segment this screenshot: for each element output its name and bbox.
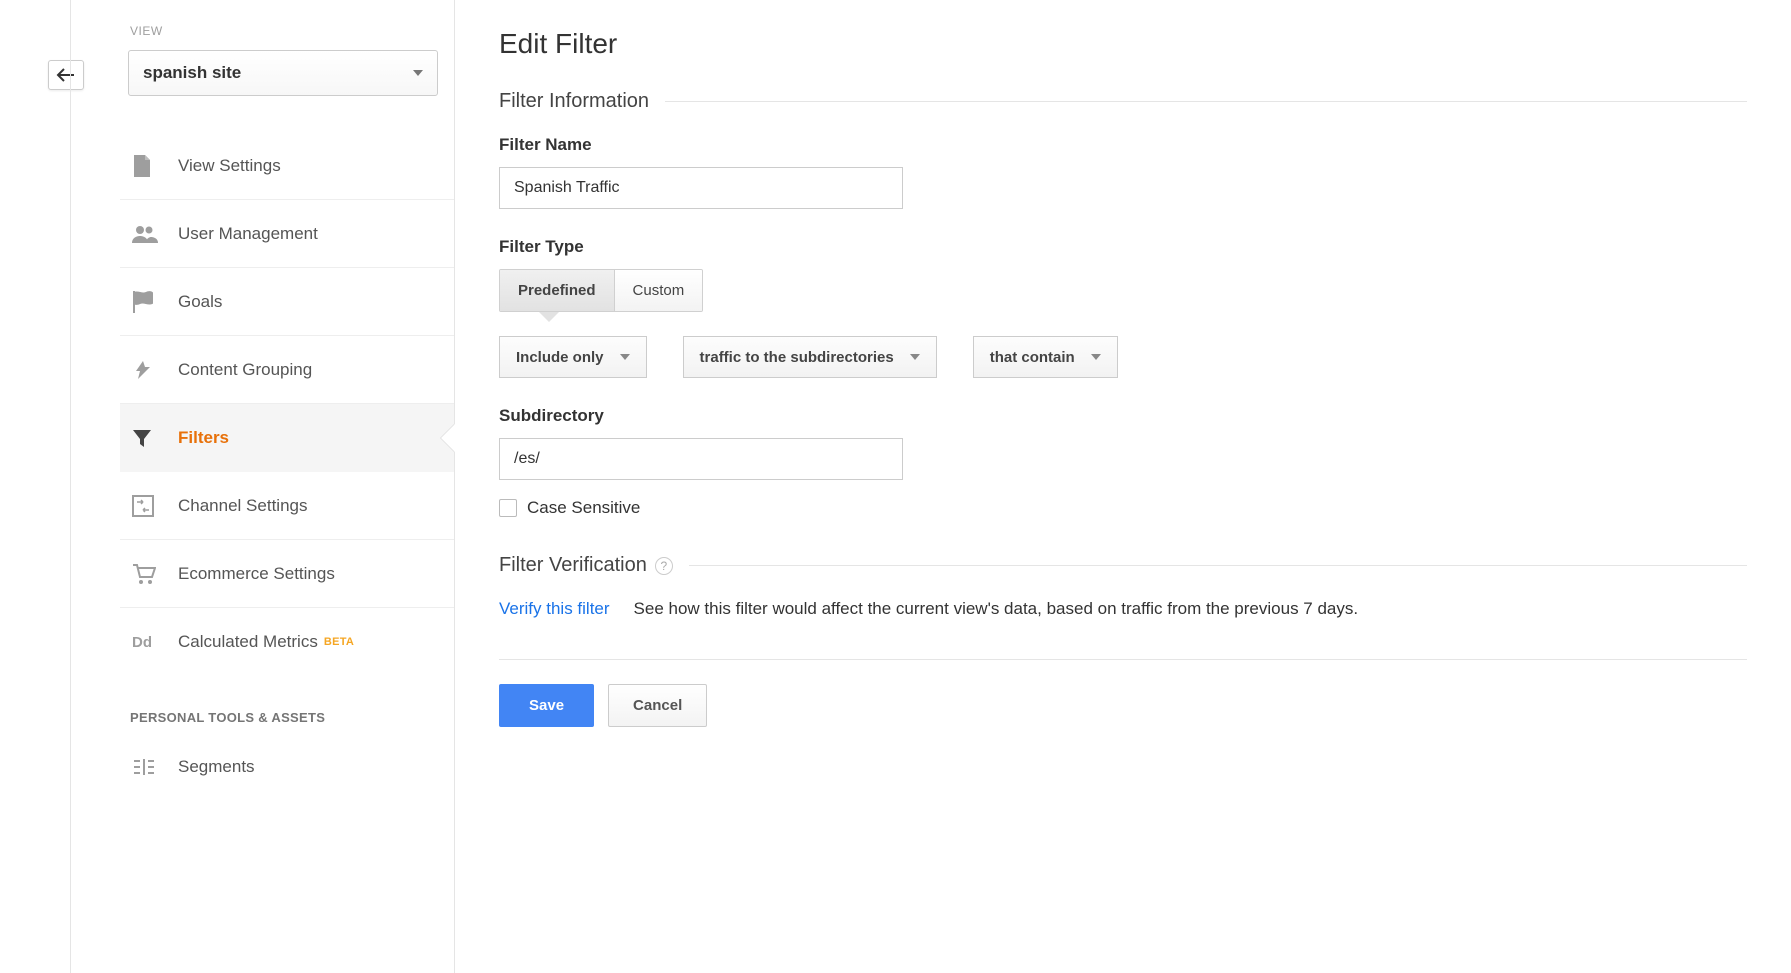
main-content: Edit Filter Filter Information Filter Na… bbox=[455, 0, 1791, 973]
sidebar-nav: View Settings User Management Goals Cont… bbox=[120, 132, 454, 676]
caret-down-icon bbox=[1091, 354, 1101, 360]
filter-information-section: Filter Information bbox=[499, 90, 1747, 113]
personal-tools-header: PERSONAL TOOLS & ASSETS bbox=[120, 676, 454, 733]
tab-arrow-icon bbox=[539, 312, 559, 322]
sidebar-item-ecommerce-settings[interactable]: Ecommerce Settings bbox=[120, 540, 454, 608]
sidebar-item-label: Goals bbox=[178, 292, 222, 312]
case-sensitive-checkbox[interactable] bbox=[499, 499, 517, 517]
include-dropdown[interactable]: Include only bbox=[499, 336, 647, 378]
cart-icon bbox=[132, 563, 178, 585]
filter-name-input[interactable] bbox=[499, 167, 903, 209]
divider-line bbox=[665, 101, 1747, 102]
sidebar-item-label: Content Grouping bbox=[178, 360, 312, 380]
active-arrow-icon bbox=[441, 424, 455, 452]
segments-icon bbox=[132, 757, 178, 777]
caret-down-icon bbox=[620, 354, 630, 360]
divider-line bbox=[689, 565, 1747, 566]
sidebar-item-label: User Management bbox=[178, 224, 318, 244]
filter-type-label: Filter Type bbox=[499, 237, 1747, 257]
page-title: Edit Filter bbox=[499, 28, 1747, 60]
sidebar-item-content-grouping[interactable]: Content Grouping bbox=[120, 336, 454, 404]
content-grouping-icon bbox=[132, 359, 178, 381]
verify-description: See how this filter would affect the cur… bbox=[634, 599, 1359, 619]
filter-verification-section: Filter Verification ? bbox=[499, 554, 1747, 577]
channel-icon bbox=[132, 495, 178, 517]
tab-predefined[interactable]: Predefined bbox=[500, 270, 615, 311]
page-icon bbox=[132, 155, 178, 177]
tab-custom[interactable]: Custom bbox=[615, 270, 703, 311]
calculated-metrics-icon: Dd bbox=[132, 633, 178, 651]
sidebar: VIEW spanish site View Settings User Man… bbox=[0, 0, 455, 973]
view-selector[interactable]: spanish site bbox=[128, 50, 438, 96]
verify-filter-link[interactable]: Verify this filter bbox=[499, 599, 610, 619]
cancel-button[interactable]: Cancel bbox=[608, 684, 707, 727]
view-label: VIEW bbox=[120, 24, 454, 38]
sidebar-item-filters[interactable]: Filters bbox=[120, 404, 454, 472]
match-dropdown[interactable]: that contain bbox=[973, 336, 1118, 378]
users-icon bbox=[132, 225, 178, 243]
divider bbox=[499, 659, 1747, 660]
sidebar-item-label: View Settings bbox=[178, 156, 281, 176]
beta-badge: BETA bbox=[324, 636, 354, 648]
sidebar-item-label: Filters bbox=[178, 428, 229, 448]
svg-text:Dd: Dd bbox=[132, 634, 152, 651]
sidebar-item-segments[interactable]: Segments bbox=[120, 733, 454, 801]
sidebar-item-view-settings[interactable]: View Settings bbox=[120, 132, 454, 200]
subdirectory-label: Subdirectory bbox=[499, 406, 1747, 426]
view-selected-value: spanish site bbox=[143, 63, 241, 83]
sidebar-item-label: Ecommerce Settings bbox=[178, 564, 335, 584]
filter-icon bbox=[132, 428, 178, 448]
subdirectory-input[interactable] bbox=[499, 438, 903, 480]
sidebar-item-goals[interactable]: Goals bbox=[120, 268, 454, 336]
filter-type-tabs: Predefined Custom bbox=[499, 269, 703, 312]
personal-nav: Segments bbox=[120, 733, 454, 801]
case-sensitive-label: Case Sensitive bbox=[527, 498, 640, 518]
help-icon[interactable]: ? bbox=[655, 557, 673, 575]
save-button[interactable]: Save bbox=[499, 684, 594, 727]
caret-down-icon bbox=[910, 354, 920, 360]
flag-icon bbox=[132, 291, 178, 313]
sidebar-item-label: Segments bbox=[178, 757, 255, 777]
filter-name-label: Filter Name bbox=[499, 135, 1747, 155]
sidebar-item-label: Calculated Metrics bbox=[178, 632, 318, 652]
traffic-dropdown[interactable]: traffic to the subdirectories bbox=[683, 336, 937, 378]
sidebar-item-label: Channel Settings bbox=[178, 496, 307, 516]
caret-down-icon bbox=[413, 70, 423, 76]
sidebar-item-channel-settings[interactable]: Channel Settings bbox=[120, 472, 454, 540]
sidebar-item-user-management[interactable]: User Management bbox=[120, 200, 454, 268]
sidebar-item-calculated-metrics[interactable]: Dd Calculated Metrics BETA bbox=[120, 608, 454, 676]
